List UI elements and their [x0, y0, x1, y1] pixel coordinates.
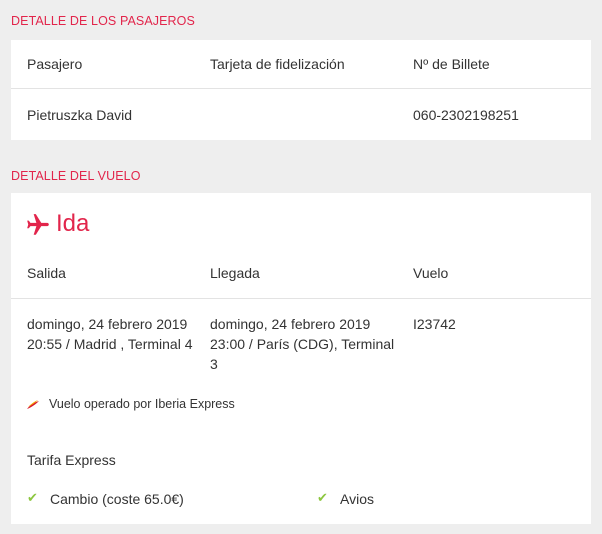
passengers-divider: [11, 88, 591, 89]
airplane-icon: [25, 212, 51, 238]
loyalty-column-header: Tarjeta de fidelización: [210, 56, 345, 72]
fare-feature-change: Cambio (coste 65.0€): [50, 491, 184, 507]
arrival-column-header: Llegada: [210, 265, 260, 281]
operated-by-text: Vuelo operado por Iberia Express: [49, 397, 235, 411]
check-icon: ✔: [27, 490, 38, 505]
ticket-column-header: Nº de Billete: [413, 56, 490, 72]
passenger-ticket-number: 060-2302198251: [413, 107, 519, 123]
departure-details: 20:55 / Madrid , Terminal 4: [27, 336, 193, 352]
check-icon: ✔: [317, 490, 328, 505]
fare-name: Tarifa Express: [27, 452, 116, 468]
direction-label: Ida: [56, 210, 90, 237]
flight-column-header: Vuelo: [413, 265, 449, 281]
passengers-section-title: DETALLE DE LOS PASAJEROS: [11, 14, 195, 28]
flight-number: I23742: [413, 316, 456, 332]
passenger-column-header: Pasajero: [27, 56, 83, 72]
flight-divider: [11, 298, 591, 299]
arrival-details-line1: 23:00 / París (CDG), Terminal: [210, 336, 395, 352]
flight-card: Ida Salida Llegada Vuelo domingo, 24 feb…: [11, 193, 591, 524]
passenger-name: Pietruszka David: [27, 107, 133, 123]
fare-feature-avios: Avios: [340, 491, 374, 507]
flight-section-title: DETALLE DEL VUELO: [11, 169, 141, 183]
departure-column-header: Salida: [27, 265, 66, 281]
iberia-logo-icon: [26, 398, 40, 410]
arrival-details-line2: 3: [210, 356, 218, 372]
passengers-card: Pasajero Tarjeta de fidelización Nº de B…: [11, 40, 591, 140]
arrival-date: domingo, 24 febrero 2019: [210, 316, 371, 332]
departure-date: domingo, 24 febrero 2019: [27, 316, 188, 332]
